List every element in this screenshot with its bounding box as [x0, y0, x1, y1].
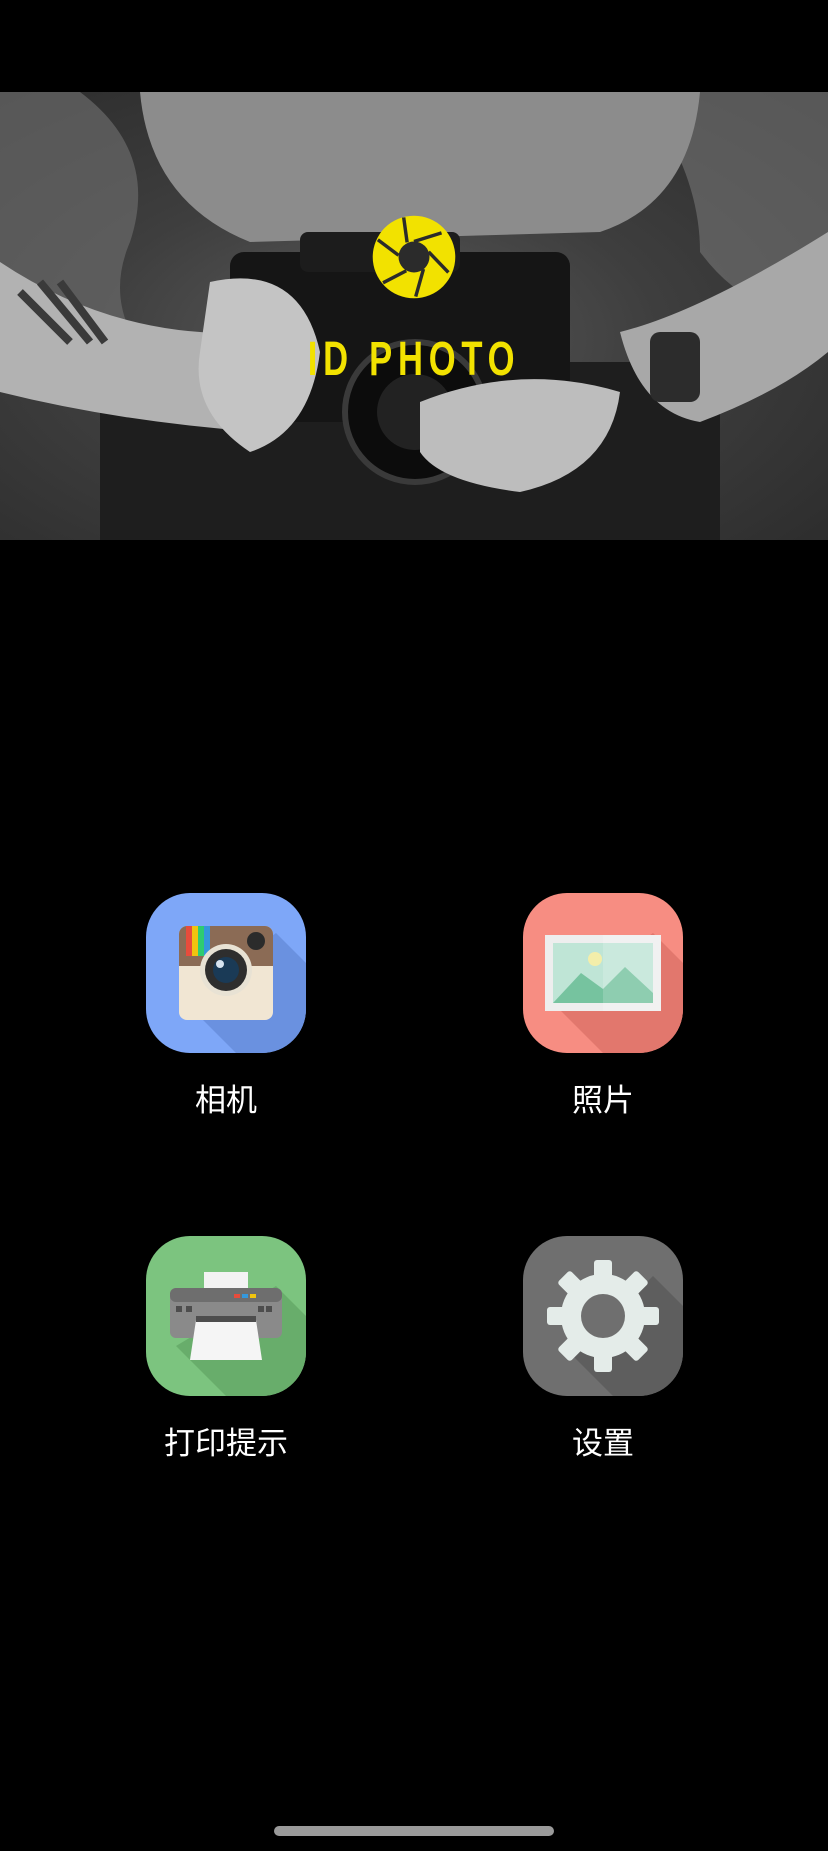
- camera-icon: [179, 926, 306, 1053]
- banner-photo: [0, 92, 828, 540]
- menu-item-camera[interactable]: 相机: [106, 893, 346, 1133]
- settings-tile[interactable]: [523, 1236, 683, 1396]
- status-bar: [0, 0, 828, 92]
- printer-icon: [170, 1272, 306, 1396]
- photos-tile[interactable]: [523, 893, 683, 1053]
- camera-tile[interactable]: [146, 893, 306, 1053]
- gear-icon: [547, 1260, 683, 1396]
- aperture-icon: [372, 215, 456, 299]
- menu-item-photos[interactable]: 照片: [483, 893, 723, 1133]
- app-logo-text: ID PHOTO: [307, 333, 521, 386]
- photos-label: 照片: [572, 1083, 634, 1119]
- home-indicator[interactable]: [274, 1826, 554, 1836]
- print-tips-label: 打印提示: [164, 1426, 288, 1462]
- header-banner: ID PHOTO: [0, 92, 828, 540]
- menu-item-print-tips[interactable]: 打印提示: [106, 1236, 346, 1476]
- print-tile[interactable]: [146, 1236, 306, 1396]
- menu-item-settings[interactable]: 设置: [483, 1236, 723, 1476]
- settings-label: 设置: [572, 1426, 634, 1462]
- camera-label: 相机: [195, 1083, 257, 1119]
- picture-icon: [545, 933, 683, 1053]
